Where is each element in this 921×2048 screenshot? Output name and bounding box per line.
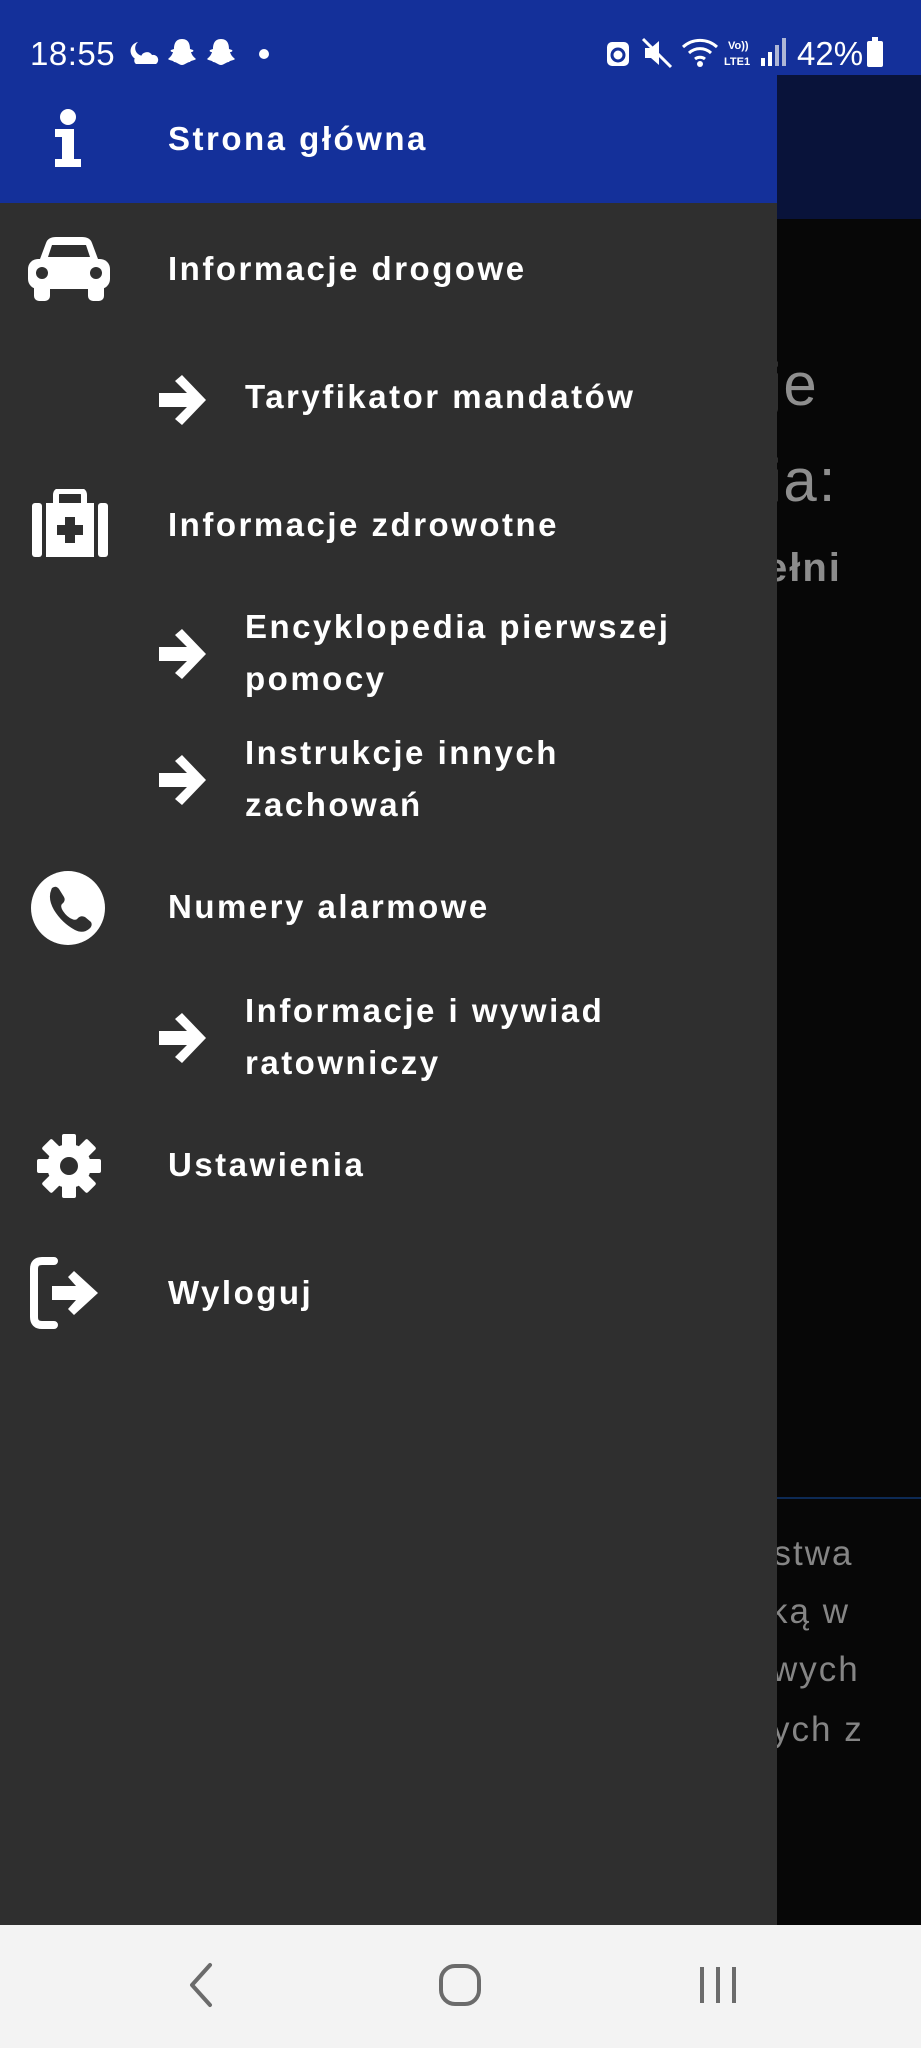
volte-icon: Vo)) LTE1 — [724, 40, 750, 68]
menu-label: Informacje drogowe — [168, 250, 527, 287]
svg-text:LTE1: LTE1 — [724, 56, 750, 68]
weather-icon — [130, 42, 159, 64]
menu-item-fines[interactable]: Taryfikator mandatów — [0, 331, 777, 459]
status-bar: 18:55 Vo)) LTE1 42% — [0, 0, 921, 75]
menu-label: Informacje i wywiad ratowniczy — [245, 992, 605, 1081]
logout-icon — [30, 1257, 98, 1329]
bg-text: ia: — [768, 447, 838, 514]
snapchat-icon — [207, 39, 235, 65]
arrow-right-icon — [159, 629, 206, 679]
recents-icon[interactable] — [688, 1955, 748, 2015]
app-toolbar — [776, 75, 921, 219]
recycle-icon — [607, 42, 629, 66]
system-nav-bar — [0, 1925, 921, 2048]
menu-label: Encyklopedia pierwszej pomocy — [245, 608, 671, 697]
divider — [776, 1497, 921, 1499]
menu-item-health-info[interactable]: Informacje zdrowotne — [0, 459, 777, 587]
menu-label: Ustawienia — [168, 1146, 366, 1183]
menu-item-instructions[interactable]: Instrukcje innych zachowań — [0, 715, 777, 843]
bg-text: wych — [772, 1650, 860, 1689]
menu-label: Informacje zdrowotne — [168, 506, 560, 543]
menu-item-emergency-numbers[interactable]: Numery alarmowe — [0, 843, 777, 971]
menu-item-first-aid[interactable]: Encyklopedia pierwszej pomocy — [0, 587, 777, 715]
bg-text: ką w — [770, 1592, 850, 1631]
menu-label: Taryfikator mandatów — [245, 378, 636, 415]
menu-label: Numery alarmowe — [168, 888, 490, 925]
navigation-drawer: Strona główna Informacje drogowe Taryfik… — [0, 75, 777, 1925]
car-icon — [28, 237, 110, 301]
mute-icon — [641, 37, 673, 69]
wifi-icon — [681, 38, 719, 67]
menu-item-road-info[interactable]: Informacje drogowe — [0, 203, 777, 331]
svg-text:Vo)): Vo)) — [728, 40, 749, 52]
signal-icon — [761, 38, 786, 66]
gear-icon — [37, 1134, 101, 1198]
menu-item-home[interactable]: Strona główna — [0, 75, 777, 203]
medkit-icon — [32, 489, 108, 557]
arrow-right-icon — [159, 1013, 206, 1063]
menu-item-logout[interactable]: Wyloguj — [0, 1227, 777, 1355]
battery-icon — [867, 37, 883, 67]
snapchat-icon — [168, 39, 196, 65]
info-icon — [55, 109, 81, 167]
menu-label: Wyloguj — [168, 1274, 314, 1311]
menu-item-rescue-interview[interactable]: Informacje i wywiad ratowniczy — [0, 971, 777, 1099]
arrow-right-icon — [159, 375, 206, 425]
back-icon[interactable] — [172, 1955, 232, 2015]
menu-label: Instrukcje innych zachowań — [245, 734, 559, 823]
status-time: 18:55 — [30, 35, 116, 72]
dot-icon — [259, 49, 269, 59]
arrow-right-icon — [159, 755, 206, 805]
battery-percent: 42% — [797, 35, 864, 72]
menu-item-settings[interactable]: Ustawienia — [0, 1099, 777, 1227]
home-icon[interactable] — [430, 1955, 490, 2015]
menu-label: Strona główna — [168, 120, 428, 157]
phone-icon — [31, 871, 105, 945]
bg-text: ych z — [772, 1710, 864, 1749]
